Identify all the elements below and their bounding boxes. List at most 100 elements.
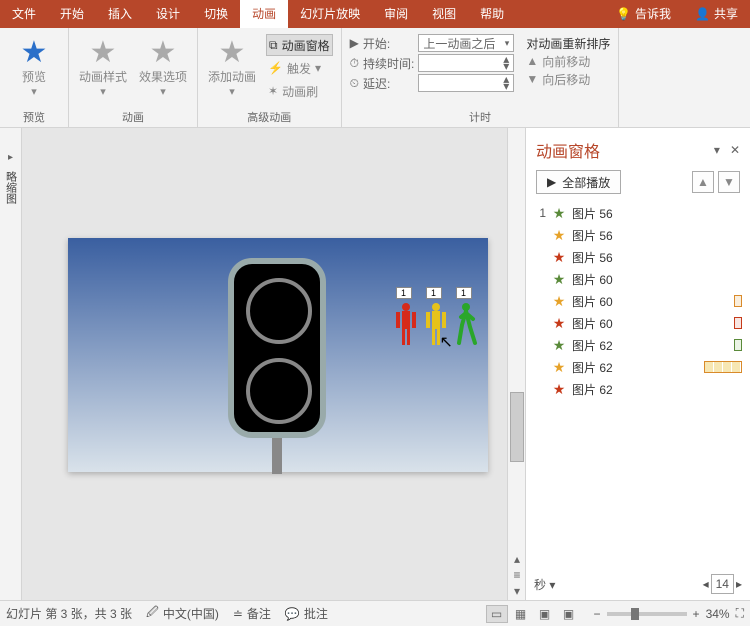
vertical-scrollbar[interactable]: ▴ ≡ ▾: [507, 128, 525, 600]
pane-title: 动画窗格: [536, 138, 600, 162]
zoom-in-button[interactable]: +: [693, 607, 700, 621]
star-icon: ★: [552, 271, 566, 288]
zoom-out-button[interactable]: −: [594, 607, 601, 621]
star-icon: ★: [552, 249, 566, 266]
outline-collapse[interactable]: ▸ 略缩图: [0, 128, 22, 600]
animation-item[interactable]: ★图片 62: [532, 378, 744, 400]
comments-button[interactable]: 💬 批注: [285, 605, 328, 622]
animation-item[interactable]: ★图片 60: [532, 312, 744, 334]
play-icon: ▶: [547, 175, 556, 189]
animation-item[interactable]: ★图片 60: [532, 290, 744, 312]
star-icon: ★: [21, 35, 48, 70]
star-icon: ★: [552, 315, 566, 332]
start-select[interactable]: 上一动画之后▾: [418, 34, 514, 52]
cursor-icon: ↖: [440, 332, 453, 352]
animation-item[interactable]: ★图片 62: [532, 356, 744, 378]
animation-item[interactable]: ★图片 56: [532, 224, 744, 246]
tab-设计[interactable]: 设计: [144, 0, 192, 28]
group-label-animation: 动画: [77, 107, 189, 127]
timeline-right-button[interactable]: ▸: [736, 577, 742, 591]
pane-icon: ⧉: [269, 38, 278, 53]
brush-icon: ✶: [268, 84, 278, 98]
language-indicator[interactable]: 🖉 中文(中国): [146, 603, 219, 624]
reorder-label: 对动画重新排序: [526, 34, 610, 52]
slideshow-view-button[interactable]: ▣: [558, 605, 580, 623]
move-earlier-button: ▲ 向前移动: [526, 52, 610, 70]
tab-视图[interactable]: 视图: [420, 0, 468, 28]
tab-文件[interactable]: 文件: [0, 0, 48, 28]
animation-tag[interactable]: 1: [396, 287, 412, 299]
effect-options-button: ★ 效果选项▾: [137, 34, 189, 99]
pane-options-button[interactable]: ▾: [714, 143, 720, 157]
animation-item[interactable]: 1★图片 56: [532, 202, 744, 224]
star-icon: ★: [150, 35, 177, 70]
timeline-bar: [704, 361, 742, 373]
share-button[interactable]: 👤共享: [683, 0, 750, 28]
tab-切换[interactable]: 切换: [192, 0, 240, 28]
star-icon: ★: [552, 381, 566, 398]
zoom-slider[interactable]: [607, 612, 687, 616]
group-label-preview: 预览: [8, 107, 60, 127]
figure-2[interactable]: 1: [453, 301, 479, 351]
pane-close-button[interactable]: ✕: [730, 143, 740, 157]
tab-动画[interactable]: 动画: [240, 0, 288, 28]
animation-style-button: ★ 动画样式▾: [77, 34, 129, 99]
workspace: ▸ 略缩图 111 ↖ ▴≡▾ 动画窗格 ▾ ✕ ▶全部播放 ▲ ▼: [0, 128, 750, 600]
ribbon: ★ 预览▾ 预览 ★ 动画样式▾ ★ 效果选项▾ 动画 ★ 添加动画▾ ⧉动画窗: [0, 28, 750, 128]
timeline-left-button[interactable]: ◂: [703, 577, 709, 591]
slide[interactable]: 111 ↖: [68, 238, 488, 472]
group-label-timing: 计时: [350, 107, 611, 127]
divider-icon: ≡: [513, 568, 520, 582]
next-slide-icon[interactable]: ▾: [514, 584, 520, 598]
timeline-bar: [734, 317, 742, 329]
bolt-icon: ⚡: [268, 61, 283, 75]
animation-item[interactable]: ★图片 62: [532, 334, 744, 356]
tab-插入[interactable]: 插入: [96, 0, 144, 28]
delay-input[interactable]: ▴▾: [418, 74, 514, 92]
tab-帮助[interactable]: 帮助: [468, 0, 516, 28]
scroll-thumb[interactable]: [510, 392, 524, 462]
move-down-button[interactable]: ▼: [718, 171, 740, 193]
animation-pane: 动画窗格 ▾ ✕ ▶全部播放 ▲ ▼ 1★图片 56★图片 56★图片 56★图…: [525, 128, 750, 600]
animation-item[interactable]: ★图片 60: [532, 268, 744, 290]
star-icon: ★: [552, 205, 566, 222]
move-later-button: ▼ 向后移动: [526, 70, 610, 88]
animation-item[interactable]: ★图片 56: [532, 246, 744, 268]
animation-tag[interactable]: 1: [456, 287, 472, 299]
slide-indicator[interactable]: 幻灯片 第 3 张，共 3 张: [6, 605, 132, 622]
notes-button[interactable]: ≐ 备注: [233, 605, 271, 622]
start-label: ▶ 开始:: [350, 34, 415, 52]
animation-list: 1★图片 56★图片 56★图片 56★图片 60★图片 60★图片 60★图片…: [526, 202, 750, 568]
star-icon: ★: [552, 337, 566, 354]
reading-view-button[interactable]: ▣: [534, 605, 556, 623]
star-icon: ★: [219, 35, 246, 70]
group-label-advanced: 高级动画: [206, 107, 333, 127]
preview-button[interactable]: ★ 预览▾: [8, 34, 60, 99]
traffic-light-shape[interactable]: [228, 258, 326, 474]
duration-label: ⏱ 持续时间:: [350, 54, 415, 72]
tab-审阅[interactable]: 审阅: [372, 0, 420, 28]
play-all-button[interactable]: ▶全部播放: [536, 170, 621, 194]
move-up-button[interactable]: ▲: [692, 171, 714, 193]
star-icon: ★: [552, 227, 566, 244]
star-icon: ★: [552, 359, 566, 376]
status-bar: 幻灯片 第 3 张，共 3 张 🖉 中文(中国) ≐ 备注 💬 批注 ▭ ▦ ▣…: [0, 600, 750, 626]
seconds-label[interactable]: 秒 ▾: [534, 576, 555, 593]
animation-tag[interactable]: 1: [426, 287, 442, 299]
tab-幻灯片放映[interactable]: 幻灯片放映: [288, 0, 372, 28]
prev-slide-icon[interactable]: ▴: [514, 552, 520, 566]
figure-0[interactable]: 1: [393, 301, 419, 351]
zoom-level[interactable]: 34%: [706, 607, 730, 621]
star-icon: ★: [90, 35, 117, 70]
fit-window-button[interactable]: ⛶: [736, 606, 744, 621]
duration-input[interactable]: ▴▾: [418, 54, 514, 72]
tell-me-button[interactable]: 💡告诉我: [604, 0, 683, 28]
star-icon: ★: [552, 293, 566, 310]
tab-开始[interactable]: 开始: [48, 0, 96, 28]
timeline-bar: [734, 295, 742, 307]
animation-pane-button[interactable]: ⧉动画窗格: [266, 34, 333, 56]
normal-view-button[interactable]: ▭: [486, 605, 508, 623]
sorter-view-button[interactable]: ▦: [510, 605, 532, 623]
order-input[interactable]: 14: [711, 574, 734, 594]
slide-canvas[interactable]: 111 ↖: [22, 128, 507, 600]
